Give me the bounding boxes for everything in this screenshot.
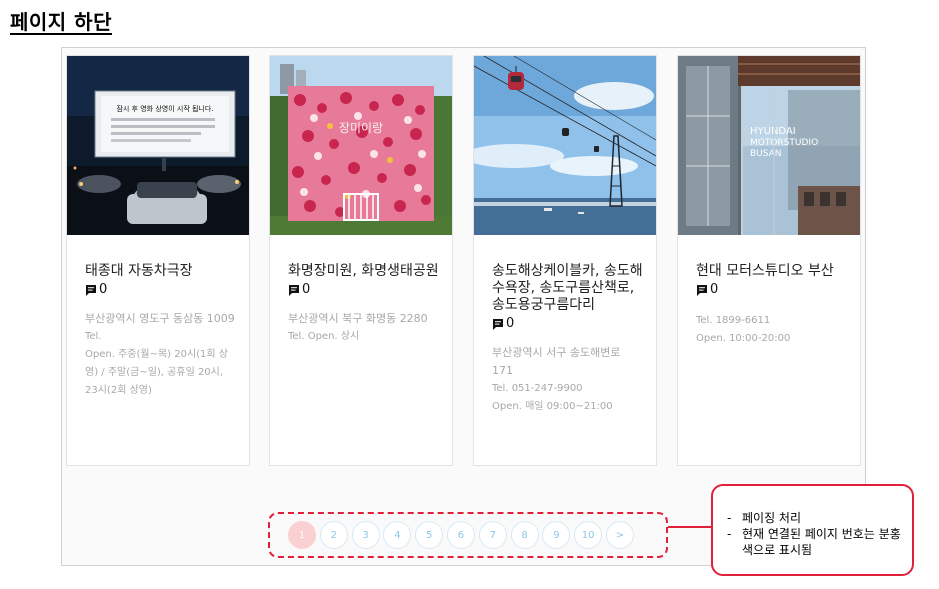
place-hours: Open. 매일 09:00~21:00 [492,401,613,412]
flower-sign-text: 장미이랑 [339,121,383,135]
comment-icon [289,284,299,296]
comment-count-value: 0 [506,316,515,331]
place-name[interactable]: 송도해상케이블카, 송도해수욕장, 송도구름산책로, 송도용궁구름다리 [492,263,644,314]
page-button-8[interactable]: 8 [510,521,539,549]
comment-count: 0 [696,281,848,298]
hyundai-motorstudio-photo[interactable]: HYUNDAI MOTORSTUDIO BUSAN [678,56,860,235]
comment-icon [493,318,503,330]
place-name[interactable]: 태종대 자동차극장 [85,263,237,280]
page-button-2[interactable]: 2 [319,521,348,549]
annotation-item: 페이징 처리 [727,510,904,526]
place-tel: Tel. [85,331,102,342]
place-card[interactable]: 송도해상케이블카, 송도해수욕장, 송도구름산책로, 송도용궁구름다리 0 부산… [473,55,657,466]
comment-icon [86,284,96,296]
comment-count: 0 [492,315,644,332]
annotation-connector-line [668,526,712,528]
place-card[interactable]: 장미이랑 화명장미원, 화명생태공원 0 부산광역시 북구 화명동 2280 T… [269,55,453,466]
place-name[interactable]: 화명장미원, 화명생태공원 [288,263,440,280]
page-button-3[interactable]: 3 [351,521,380,549]
pagination: 1 2 3 4 5 6 7 8 9 10 > [288,521,638,549]
comment-count-value: 0 [99,282,108,297]
page-button-1[interactable]: 1 [288,521,316,549]
page-button-7[interactable]: 7 [478,521,507,549]
place-address: 부산광역시 영도구 동삼동 1009 [85,312,235,325]
place-name[interactable]: 현대 모터스튜디오 부산 [696,263,848,280]
comment-count-value: 0 [710,282,719,297]
place-tel-hours: Tel. Open. 상시 [288,331,360,342]
building-sign-line1: HYUNDAI [750,126,796,137]
cable-car-photo[interactable] [474,56,656,235]
next-page-button[interactable]: > [605,521,634,549]
place-address: 부산광역시 서구 송도해변로 171 [492,346,621,377]
place-hours: Open. 10:00-20:00 [696,333,791,344]
page-button-6[interactable]: 6 [446,521,475,549]
place-address: 부산광역시 북구 화명동 2280 [288,312,428,325]
page-button-4[interactable]: 4 [383,521,412,549]
place-card[interactable]: 잠시 후 영화 상영이 시작 됩니다. 태종대 자동차극장 0 부산광역시 영도… [66,55,250,466]
comment-count: 0 [85,281,237,298]
comment-icon [697,284,707,296]
annotation-callout: 페이징 처리 현재 연결된 페이지 번호는 분홍색으로 표시됨 [711,484,914,576]
page-button-9[interactable]: 9 [542,521,571,549]
comment-count: 0 [288,281,440,298]
building-sign-line3: BUSAN [750,149,782,159]
place-card[interactable]: HYUNDAI MOTORSTUDIO BUSAN 현대 모터스튜디오 부산 0… [677,55,861,466]
drive-in-theater-photo[interactable]: 잠시 후 영화 상영이 시작 됩니다. [67,56,249,235]
place-tel: Tel. 051-247-9900 [492,383,583,394]
page-title: 페이지 하단 [10,10,112,34]
annotation-item: 현재 연결된 페이지 번호는 분홍색으로 표시됨 [727,526,904,558]
building-sign-line2: MOTORSTUDIO [750,138,818,148]
place-tel: Tel. 1899-6611 [696,315,771,326]
comment-count-value: 0 [302,282,311,297]
page-button-10[interactable]: 10 [574,521,603,549]
place-hours: Open. 주중(월~목) 20시(1회 상영) / 주말(금~일), 공휴일 … [85,349,228,396]
flower-wall-photo[interactable]: 장미이랑 [270,56,452,235]
page-button-5[interactable]: 5 [415,521,444,549]
screen-text: 잠시 후 영화 상영이 시작 됩니다. [116,104,213,113]
